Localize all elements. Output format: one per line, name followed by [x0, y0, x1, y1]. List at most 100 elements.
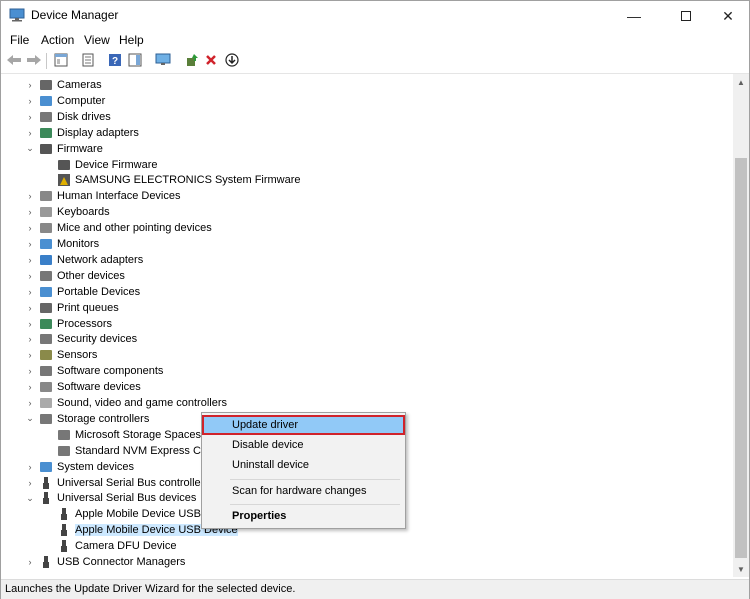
tree-item[interactable]: › Sensors	[29, 347, 98, 363]
chevron-right-icon[interactable]: ›	[25, 366, 35, 376]
tree-item[interactable]: › Security devices	[29, 331, 138, 347]
tree-item[interactable]: › System devices	[29, 459, 135, 475]
chevron-right-icon[interactable]: ›	[25, 191, 35, 201]
update-driver-menu-item[interactable]: Update driver	[202, 415, 405, 435]
chevron-right-icon[interactable]: ›	[25, 207, 35, 217]
chevron-up-icon: ▲	[737, 77, 745, 87]
tree-item[interactable]: Standard NVM Express Con	[57, 443, 213, 459]
tree-item[interactable]: ⌄ Firmware	[26, 141, 103, 157]
vertical-scrollbar[interactable]: ▲ ▼	[733, 74, 749, 577]
properties-menu-item[interactable]: Properties	[202, 506, 405, 526]
tree-item[interactable]: › Keyboards	[29, 204, 110, 220]
scan-hardware-menu-item[interactable]: Scan for hardware changes	[202, 481, 405, 501]
minimize-button[interactable]: —	[611, 1, 657, 31]
chevron-right-icon[interactable]: ›	[25, 255, 35, 265]
scroll-down-arrow[interactable]: ▼	[733, 561, 749, 577]
tree-item[interactable]: › Cameras	[29, 77, 102, 93]
chevron-right-icon[interactable]: ›	[25, 287, 35, 297]
back-button[interactable]	[4, 51, 24, 71]
chevron-right-icon[interactable]: ›	[25, 80, 35, 90]
menu-view[interactable]: View	[84, 33, 110, 47]
warning-firmware-icon	[57, 173, 71, 187]
chevron-right-icon[interactable]: ›	[25, 398, 35, 408]
tree-item[interactable]: Microsoft Storage Spaces C	[57, 427, 212, 443]
uninstall-button[interactable]	[201, 51, 221, 71]
tree-item[interactable]: › Disk drives	[29, 109, 111, 125]
close-button[interactable]: ✕	[705, 1, 750, 31]
help-button[interactable]: ?	[105, 51, 125, 71]
update-driver-toolbar-button[interactable]	[182, 51, 202, 71]
printer-icon	[39, 301, 53, 315]
tree-item[interactable]: › Sound, video and game controllers	[29, 395, 228, 411]
chevron-down-icon[interactable]: ⌄	[25, 493, 35, 503]
tree-item[interactable]: Device Firmware	[57, 157, 158, 173]
forward-button[interactable]	[24, 51, 44, 71]
tree-item[interactable]: › USB Connector Managers	[29, 554, 185, 570]
uninstall-device-menu-item[interactable]: Uninstall device	[202, 455, 405, 475]
tree-item[interactable]: › Universal Serial Bus controllers	[29, 475, 210, 491]
tree-item-label: Standard NVM Express Con	[75, 444, 214, 457]
menu-help[interactable]: Help	[119, 33, 144, 47]
tree-item[interactable]: › Human Interface Devices	[29, 188, 181, 204]
chevron-right-icon[interactable]: ›	[25, 478, 35, 488]
menu-file[interactable]: File	[10, 33, 29, 47]
sensor-icon	[39, 348, 53, 362]
tree-item-label: SAMSUNG ELECTRONICS System Firmware	[75, 174, 301, 187]
tree-item[interactable]: › Processors	[29, 316, 113, 332]
tree-item[interactable]: › Display adapters	[29, 125, 139, 141]
maximize-button[interactable]	[663, 1, 709, 31]
chevron-right-icon[interactable]: ›	[25, 271, 35, 281]
console-tree-icon	[54, 53, 68, 70]
chevron-down-icon[interactable]: ⌄	[25, 143, 35, 154]
tree-item-label: Firmware	[57, 142, 103, 155]
help-icon: ?	[108, 53, 122, 70]
tree-item[interactable]: › Software components	[29, 363, 164, 379]
properties-button[interactable]	[78, 51, 98, 71]
tree-item[interactable]: › Monitors	[29, 236, 100, 252]
disable-device-menu-item[interactable]: Disable device	[202, 435, 405, 455]
tree-item[interactable]: ⌄ Universal Serial Bus devices	[26, 490, 196, 506]
mouse-icon	[39, 221, 53, 235]
action-pane-button[interactable]	[125, 51, 145, 71]
chevron-right-icon[interactable]: ›	[25, 557, 35, 567]
tree-item[interactable]: › Portable Devices	[29, 284, 141, 300]
tree-item[interactable]: › Software devices	[29, 379, 141, 395]
chevron-right-icon[interactable]: ›	[25, 112, 35, 122]
tree-item[interactable]: › Computer	[29, 93, 106, 109]
scan-hardware-button[interactable]	[153, 51, 173, 71]
chevron-right-icon[interactable]: ›	[25, 462, 35, 472]
scrollbar-thumb[interactable]	[735, 158, 747, 558]
tree-item-label: System devices	[57, 460, 135, 473]
tree-item-label: Print queues	[57, 301, 119, 314]
chevron-right-icon[interactable]: ›	[25, 334, 35, 344]
chevron-right-icon[interactable]: ›	[25, 303, 35, 313]
tree-item[interactable]: › Network adapters	[29, 252, 144, 268]
properties-sheet-icon	[81, 53, 95, 70]
tree-item[interactable]: Camera DFU Device	[57, 538, 176, 554]
system-devices-icon	[39, 460, 53, 474]
tree-item[interactable]: ⌄ Storage controllers	[26, 411, 149, 427]
usb-icon	[39, 555, 53, 569]
tree-item[interactable]: › Print queues	[29, 300, 119, 316]
title-bar[interactable]: Device Manager — ✕	[1, 1, 749, 31]
scroll-up-arrow[interactable]: ▲	[733, 74, 749, 90]
tree-item[interactable]: › Other devices	[29, 268, 125, 284]
tree-item[interactable]: Apple Mobile Device USB C	[57, 506, 212, 522]
disable-device-button[interactable]	[222, 51, 242, 71]
tree-item-label: Software devices	[57, 381, 141, 394]
tree-item[interactable]: › Mice and other pointing devices	[29, 220, 212, 236]
menu-action[interactable]: Action	[41, 33, 74, 47]
chevron-right-icon[interactable]: ›	[25, 382, 35, 392]
svg-text:?: ?	[112, 56, 118, 67]
maximize-icon	[681, 8, 691, 24]
chevron-right-icon[interactable]: ›	[25, 128, 35, 138]
chevron-right-icon[interactable]: ›	[25, 239, 35, 249]
storage-controller-icon	[57, 428, 71, 442]
chevron-right-icon[interactable]: ›	[25, 350, 35, 360]
chevron-right-icon[interactable]: ›	[25, 319, 35, 329]
show-hide-console-tree-button[interactable]	[51, 51, 71, 71]
tree-item[interactable]: SAMSUNG ELECTRONICS System Firmware	[57, 172, 301, 188]
chevron-right-icon[interactable]: ›	[25, 96, 35, 106]
chevron-down-icon[interactable]: ⌄	[25, 413, 35, 424]
chevron-right-icon[interactable]: ›	[25, 223, 35, 233]
